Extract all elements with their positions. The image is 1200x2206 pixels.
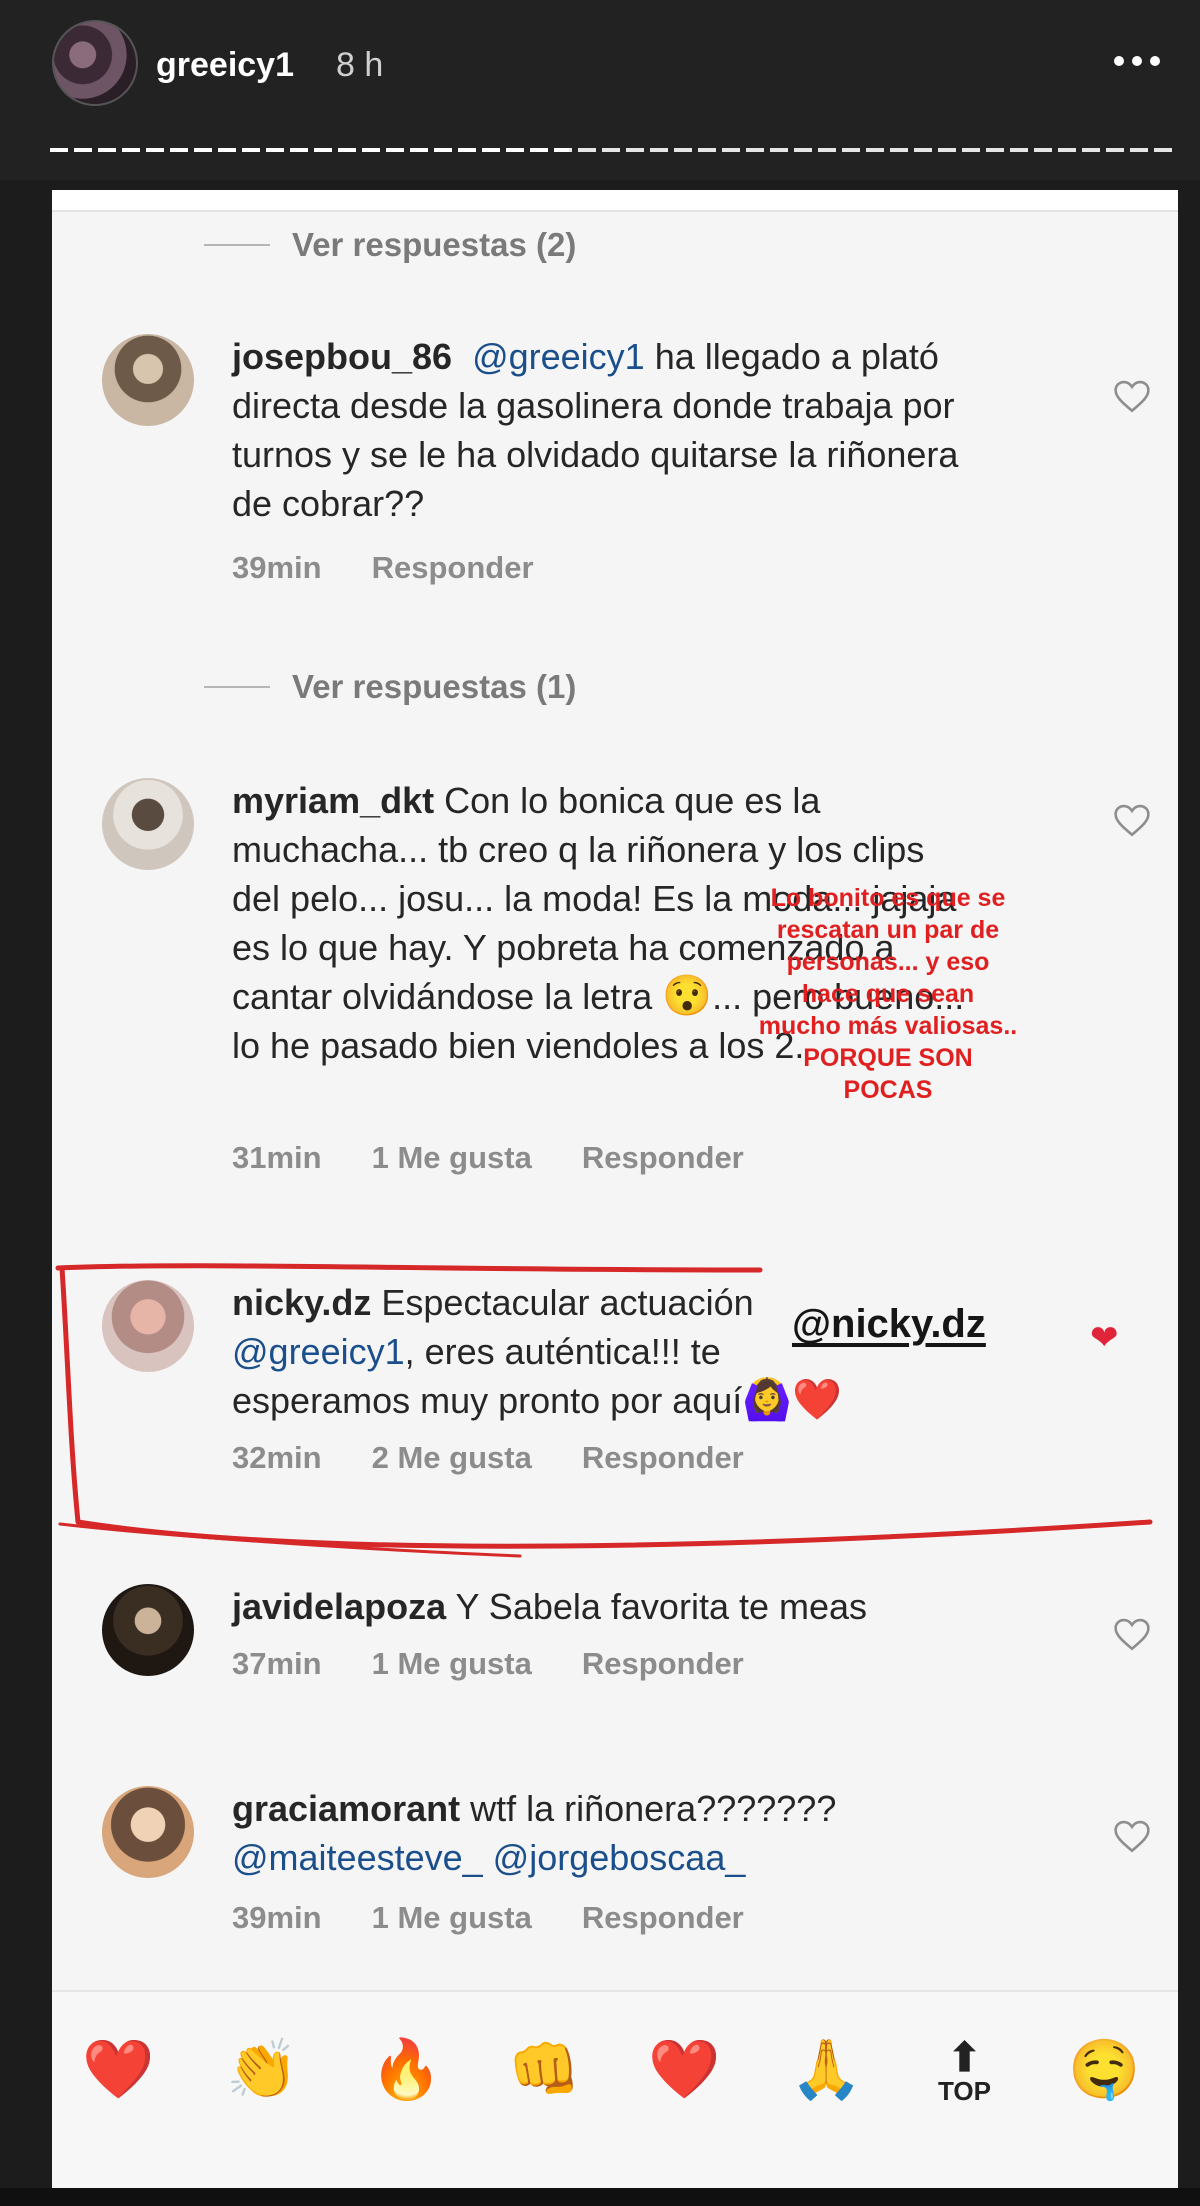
fire-emoji-icon[interactable]: 🔥	[370, 2036, 442, 2104]
clapping-emoji-icon[interactable]: 👏	[226, 2036, 298, 2104]
top-label: TOP	[938, 2076, 991, 2106]
annotation-note: Lo bonito es que se rescatan un par de p…	[758, 884, 1018, 1104]
heart-icon: ❤	[1090, 1319, 1119, 1357]
fist-emoji-icon[interactable]: 👊	[508, 2036, 580, 2104]
drooling-emoji-icon[interactable]: 🤤	[1068, 2036, 1140, 2104]
heart-emoji-icon[interactable]: ❤️	[82, 2036, 154, 2104]
praying-hands-emoji-icon[interactable]: 🙏	[790, 2036, 862, 2104]
bottom-edge	[0, 2188, 1200, 2206]
heart-emoji-icon[interactable]: ❤️	[648, 2036, 720, 2104]
top-button[interactable]: ⬆ TOP	[938, 2036, 991, 2107]
annotation-tag[interactable]: @nicky.dz	[792, 1302, 986, 1347]
up-arrow-icon: ⬆	[947, 2036, 982, 2080]
highlight-box-annotation	[55, 1263, 1153, 1558]
